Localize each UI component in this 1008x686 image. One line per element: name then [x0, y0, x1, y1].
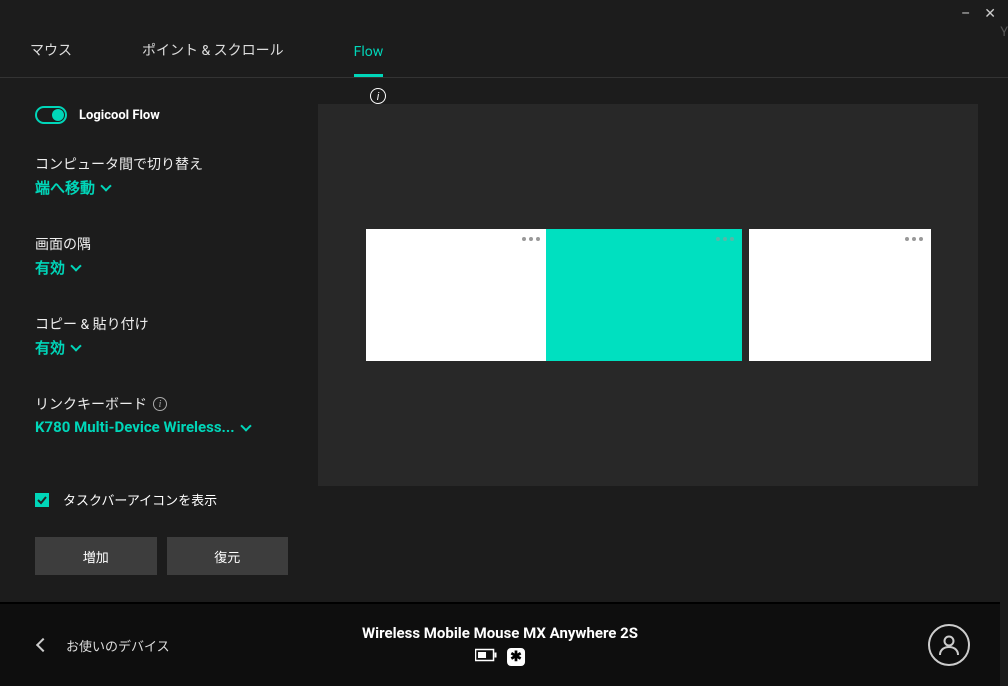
setting-label: リンクキーボード i: [35, 394, 288, 414]
monitor-menu-icon[interactable]: [905, 237, 923, 241]
info-icon[interactable]: i: [153, 397, 167, 411]
flow-toggle-row: Logicool Flow: [35, 106, 288, 124]
monitor-menu-icon[interactable]: [522, 237, 540, 241]
chevron-down-icon: [70, 260, 81, 271]
bottom-bar: お使いのデバイス Wireless Mobile Mouse MX Anywhe…: [0, 602, 1000, 686]
chevron-down-icon: [240, 420, 251, 431]
your-devices-label: お使いのデバイス: [66, 636, 170, 655]
setting-label: コンピュータ間で切り替え: [35, 154, 288, 174]
tab-flow[interactable]: Flow: [354, 30, 384, 77]
setting-label: 画面の隅: [35, 234, 288, 254]
edge-char: Y: [1000, 25, 1008, 40]
linked-keyboard-dropdown[interactable]: K780 Multi-Device Wireless...: [35, 418, 250, 436]
setting-linked-keyboard: リンクキーボード i K780 Multi-Device Wireless...: [35, 394, 288, 436]
monitors-group: [366, 229, 931, 361]
restore-button[interactable]: 復元: [167, 537, 289, 575]
dropdown-value: 有効: [35, 337, 65, 358]
setting-screen-edge: 画面の隅 有効: [35, 234, 288, 278]
tab-point-scroll[interactable]: ポイント & スクロール: [142, 26, 284, 77]
setting-switch-computers: コンピュータ間で切り替え 端へ移動: [35, 154, 288, 198]
tab-bar: マウス ポイント & スクロール Flow: [0, 0, 1008, 78]
setting-label: コピー & 貼り付け: [35, 314, 288, 334]
screen-edge-dropdown[interactable]: 有効: [35, 257, 80, 278]
flow-toggle-label: Logicool Flow: [79, 108, 160, 123]
show-taskbar-icon-checkbox[interactable]: [35, 493, 49, 507]
sidebar: Logicool Flow コンピュータ間で切り替え 端へ移動 画面の隅 有効 …: [0, 78, 318, 602]
checkbox-label: タスクバーアイコンを表示: [63, 490, 217, 509]
monitor-1[interactable]: [366, 229, 548, 361]
info-icon[interactable]: i: [370, 88, 386, 104]
toggle-knob: [52, 109, 64, 121]
monitor-2[interactable]: [546, 229, 742, 361]
minimize-button[interactable]: –: [961, 6, 970, 22]
main-area: i: [318, 78, 1008, 602]
your-devices-link[interactable]: お使いのデバイス: [38, 636, 170, 655]
flow-toggle[interactable]: [35, 106, 67, 124]
dropdown-value: 有効: [35, 257, 65, 278]
tab-mouse[interactable]: マウス: [30, 26, 72, 77]
device-name: Wireless Mobile Mouse MX Anywhere 2S: [362, 624, 638, 642]
window-controls: – ✕: [961, 6, 996, 22]
setting-copy-paste: コピー & 貼り付け 有効: [35, 314, 288, 358]
switch-computers-dropdown[interactable]: 端へ移動: [35, 177, 110, 198]
copy-paste-dropdown[interactable]: 有効: [35, 337, 80, 358]
chevron-down-icon: [70, 340, 81, 351]
monitor-3[interactable]: [749, 229, 931, 361]
person-icon: [937, 633, 961, 657]
button-row: 増加 復元: [35, 537, 288, 575]
chevron-left-icon: [36, 638, 50, 652]
close-button[interactable]: ✕: [984, 6, 996, 22]
monitor-menu-icon[interactable]: [716, 237, 734, 241]
taskbar-icon-row: タスクバーアイコンを表示: [35, 490, 288, 509]
add-button[interactable]: 増加: [35, 537, 157, 575]
dropdown-value: K780 Multi-Device Wireless...: [35, 418, 235, 436]
device-status-icons: ✱: [362, 648, 638, 666]
flow-canvas[interactable]: [318, 104, 978, 486]
dropdown-value: 端へ移動: [35, 177, 95, 198]
chevron-down-icon: [100, 180, 111, 191]
profile-button[interactable]: [928, 624, 970, 666]
unifying-receiver-icon: ✱: [507, 648, 525, 666]
device-info: Wireless Mobile Mouse MX Anywhere 2S ✱: [362, 624, 638, 666]
battery-icon: [475, 648, 497, 666]
check-icon: [37, 495, 47, 505]
